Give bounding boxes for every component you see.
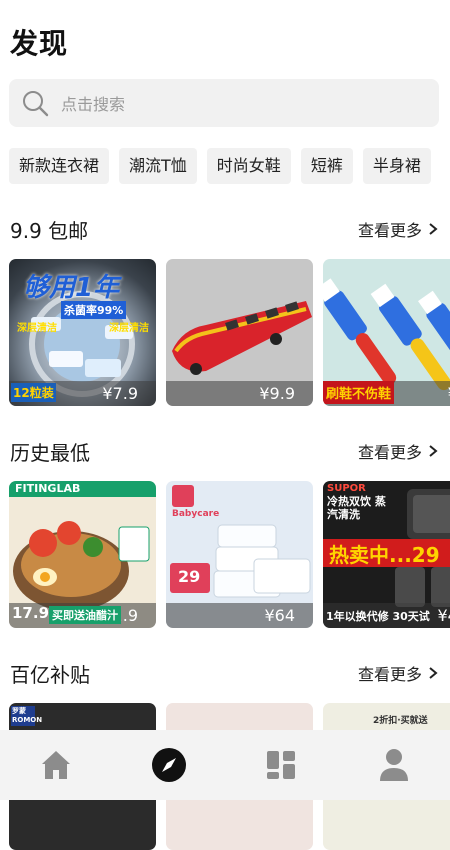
section-header-lowest-price: 历史最低 查看更多	[10, 436, 440, 466]
tag-chip[interactable]: 半身裙	[362, 148, 431, 184]
section-title: 百亿补贴	[10, 662, 90, 687]
product-badge: 1年以换代修 30天试	[326, 610, 430, 623]
tag-chip[interactable]: 短裤	[300, 148, 353, 184]
tag-row: 新款连衣裙 潮流T恤 时尚女鞋 短裤 半身裙	[9, 148, 431, 184]
brand-name: 罗蒙 ROMON	[11, 706, 43, 726]
search-bar[interactable]: 点击搜索	[9, 79, 439, 127]
promo-price: 29	[178, 567, 201, 586]
product-headline: 够用1年	[23, 273, 120, 303]
tab-profile[interactable]	[364, 735, 424, 795]
product-card[interactable]: SUPOR 冷热双饮 蒸汽清洗 热卖中...29 1年以换代修 30天试 ¥46	[323, 481, 450, 628]
see-more-label: 查看更多	[357, 443, 422, 462]
tag-chip[interactable]: 潮流T恤	[119, 148, 197, 184]
chevron-right-icon	[429, 445, 438, 457]
product-badge: 12粒装	[11, 383, 56, 402]
product-label: 深层清洁	[109, 323, 149, 334]
search-icon	[23, 91, 49, 117]
user-icon	[379, 749, 408, 781]
search-placeholder: 点击搜索	[61, 95, 126, 114]
see-more-label: 查看更多	[357, 665, 422, 684]
hot-label: 热卖中...29	[329, 543, 440, 567]
chevron-right-icon	[429, 223, 438, 235]
product-row: FITINGLAB 17.9 买即送油醋汁 ¥12.9 Babycare 29 …	[9, 481, 450, 628]
product-card[interactable]: 刷鞋不伤鞋 ¥6	[323, 259, 450, 406]
tab-discover[interactable]	[139, 735, 199, 795]
home-icon	[42, 751, 71, 779]
page-title: 发现	[10, 27, 69, 60]
see-more-label: 查看更多	[357, 221, 422, 240]
compass-icon	[151, 748, 186, 782]
tab-home[interactable]	[26, 735, 86, 795]
see-more-link[interactable]: 查看更多	[358, 661, 440, 685]
tab-categories[interactable]	[251, 735, 311, 795]
side-price: 17.9	[12, 604, 50, 622]
product-note: 2折扣·买就送	[373, 716, 428, 726]
product-card[interactable]: FITINGLAB 17.9 买即送油醋汁 ¥12.9	[9, 481, 156, 628]
section-header-free-shipping: 9.9 包邮 查看更多	[10, 214, 440, 244]
see-more-link[interactable]: 查看更多	[358, 439, 440, 463]
tag-chip[interactable]: 新款连衣裙	[9, 148, 110, 184]
product-label: 深层清洁	[17, 323, 57, 334]
grid-icon	[267, 751, 296, 779]
product-subtext: 杀菌率99%	[61, 301, 127, 319]
see-more-link[interactable]: 查看更多	[358, 217, 440, 241]
price-tag: ¥64	[166, 603, 313, 628]
section-title: 9.9 包邮	[10, 218, 89, 243]
brand-name: FITINGLAB	[15, 482, 81, 495]
product-card[interactable]: 够用1年 杀菌率99% 深层清洁 深层清洁 12粒装 ¥7.9	[9, 259, 156, 406]
chevron-right-icon	[429, 667, 438, 679]
tag-chip[interactable]: 时尚女鞋	[206, 148, 291, 184]
section-title: 历史最低	[10, 440, 90, 465]
section-header-subsidy: 百亿补贴 查看更多	[10, 658, 440, 688]
product-badge: 买即送油醋汁	[49, 606, 121, 624]
product-row: 够用1年 杀菌率99% 深层清洁 深层清洁 12粒装 ¥7.9 ¥9.9 刷鞋不…	[9, 259, 450, 406]
product-badge: 刷鞋不伤鞋	[323, 381, 395, 404]
product-card[interactable]: ¥9.9	[166, 259, 313, 406]
product-card[interactable]: Babycare 29 ¥64	[166, 481, 313, 628]
bottom-tab-bar	[0, 730, 450, 800]
price-tag: ¥9.9	[166, 381, 313, 406]
